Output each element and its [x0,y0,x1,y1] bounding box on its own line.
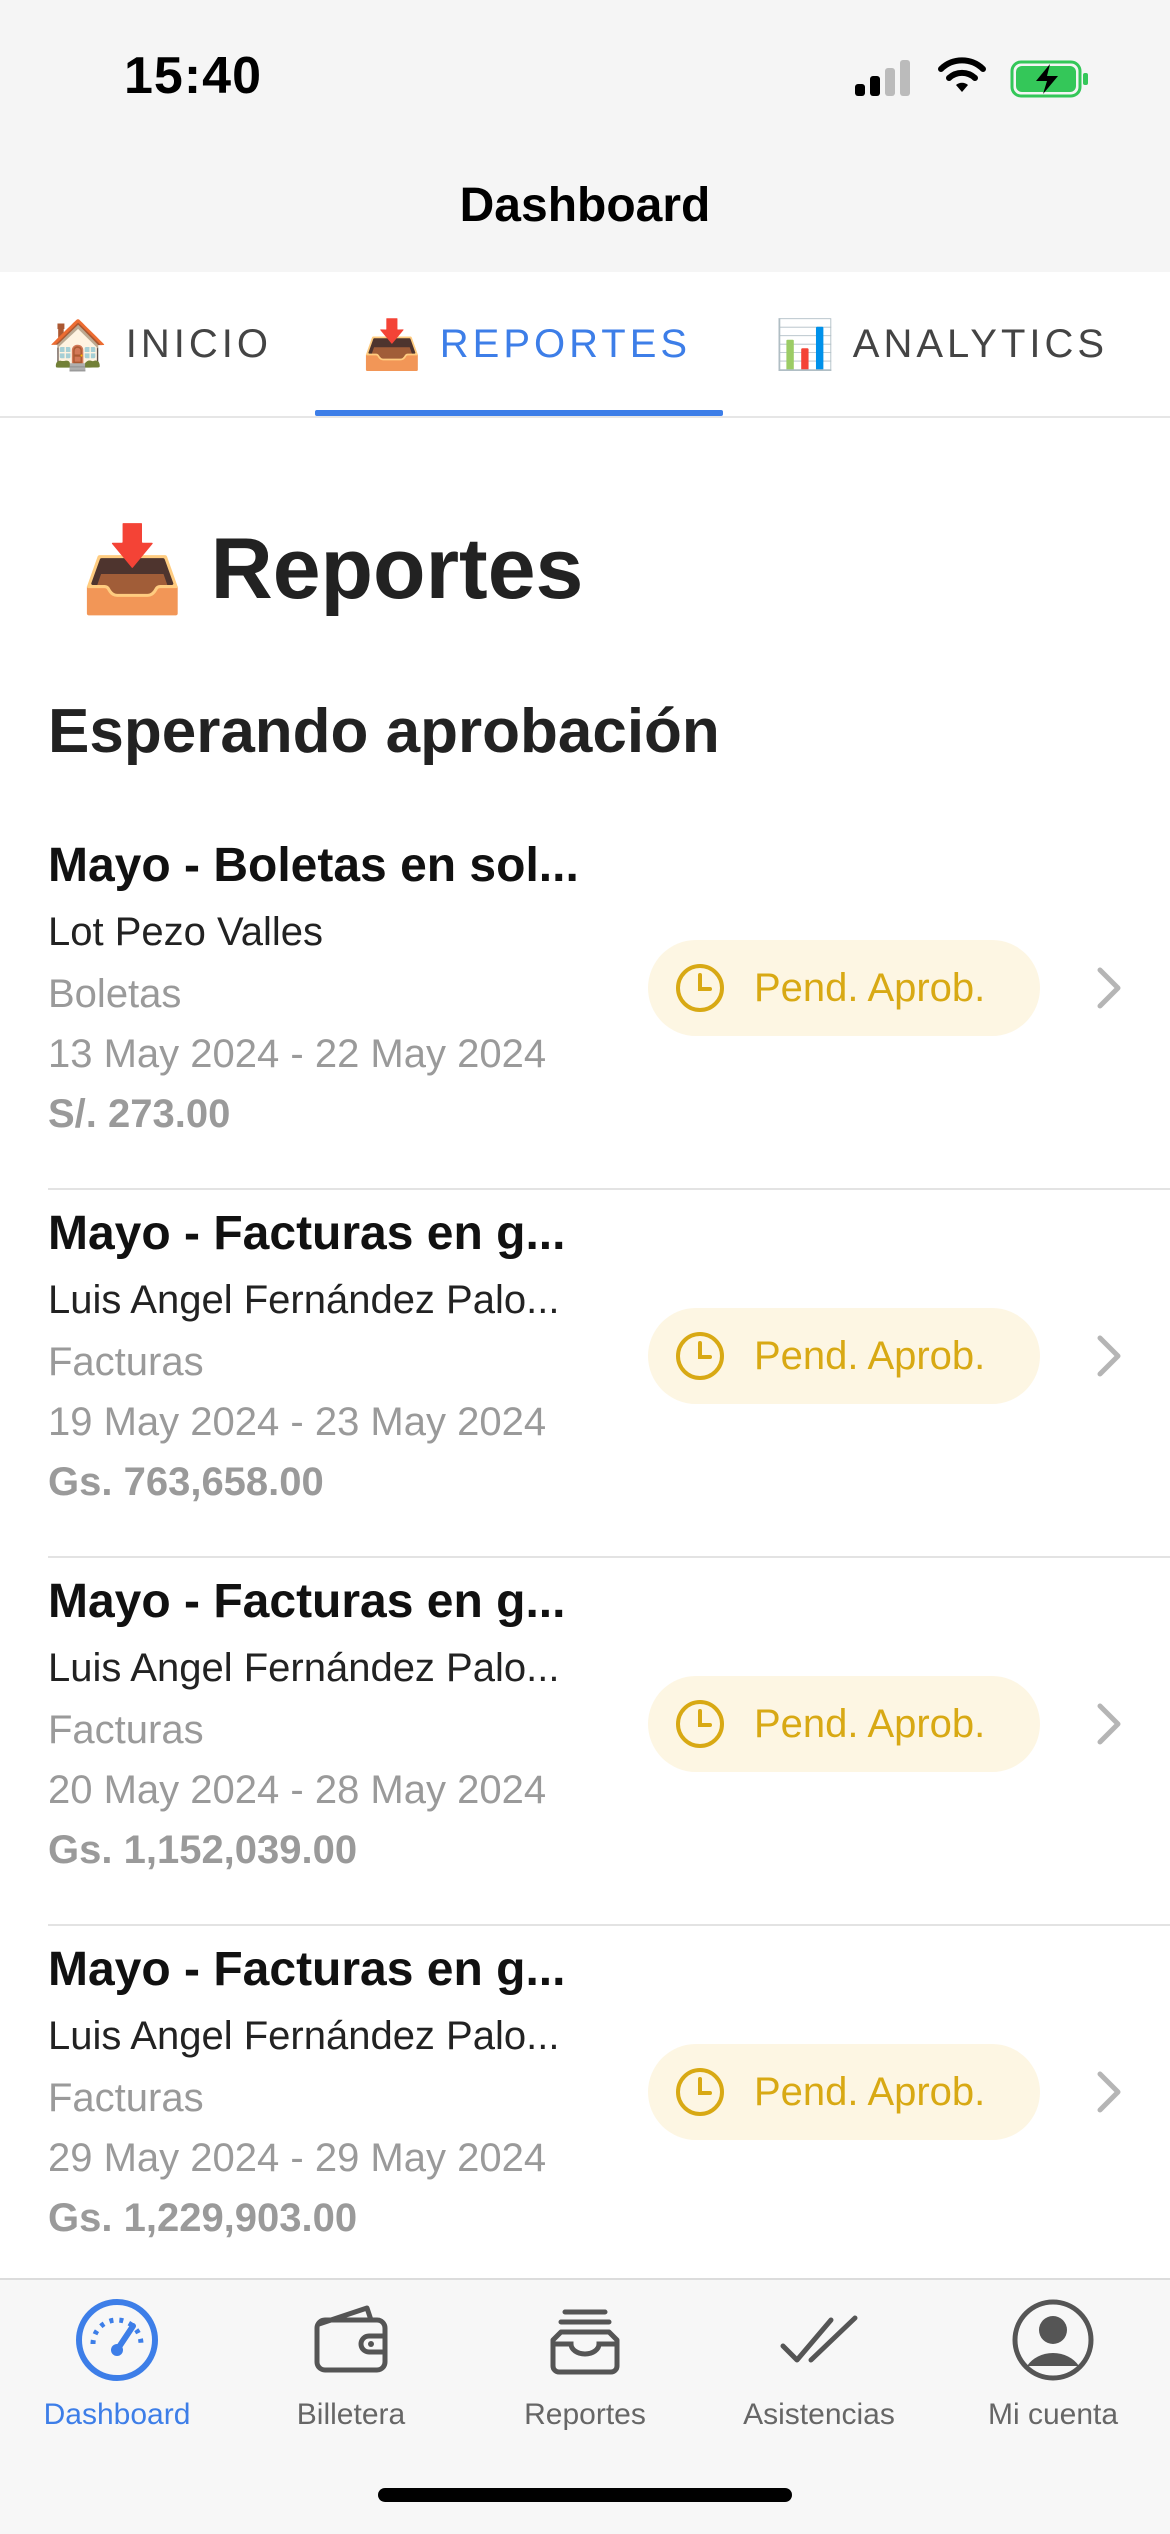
status-text: Pend. Aprob. [754,1701,986,1746]
tab-label: ANALYTICS [852,321,1109,366]
chevron-right-icon [1097,1703,1121,1745]
report-row[interactable]: Mayo - Facturas en g... Luis Angel Ferná… [48,1562,1170,1926]
page-title: Dashboard [459,179,711,232]
wifi-icon [938,57,986,92]
page-heading-title: Reportes [210,521,584,617]
tab-analytics[interactable]: 📊 ANALYTICS [775,272,1108,416]
report-title: Mayo - Facturas en g... [48,1207,566,1260]
house-icon: 🏠 [48,318,108,372]
report-row[interactable]: Mayo - Boletas en sol... Lot Pezo Valles… [48,826,1170,1190]
chevron-right-icon [1097,1335,1121,1377]
report-dates: 19 May 2024 - 23 May 2024 [48,1400,547,1444]
report-title: Mayo - Boletas en sol... [48,839,579,892]
status-badge: Pend. Aprob. [648,1308,1040,1404]
report-amount: S/. 273.00 [48,1092,231,1136]
tabbar-label: Asistencias [743,2398,895,2431]
report-user: Lot Pezo Valles [48,910,323,954]
status-text: Pend. Aprob. [754,1333,986,1378]
tabbar-label: Reportes [524,2398,646,2431]
report-type: Facturas [48,1708,204,1752]
report-dates: 20 May 2024 - 28 May 2024 [48,1768,547,1812]
home-indicator [378,2488,792,2502]
report-user: Luis Angel Fernández Palo... [48,2014,560,2058]
report-type: Boletas [48,972,182,1016]
account-icon [1012,2299,1094,2381]
report-title: Mayo - Facturas en g... [48,1943,566,1996]
tabbar-asistencias[interactable]: Asistencias [702,2294,936,2444]
tab-reportes[interactable]: 📥 REPORTES [362,272,691,416]
active-tab-indicator [315,410,723,416]
report-type: Facturas [48,2076,204,2120]
status-badge: Pend. Aprob. [648,1676,1040,1772]
speedometer-icon [76,2299,158,2381]
tab-label: REPORTES [439,321,692,366]
battery-charging-icon [1010,60,1088,98]
chevron-right-icon [1097,2071,1121,2113]
tab-inicio[interactable]: 🏠 INICIO [48,272,272,416]
inbox-tray-icon: 📥 [80,522,185,616]
report-type: Facturas [48,1340,204,1384]
status-bar: 15:40 [0,0,1170,150]
status-badge: Pend. Aprob. [648,2044,1040,2140]
report-user: Luis Angel Fernández Palo... [48,1278,560,1322]
report-row[interactable]: Mayo - Facturas en g... Luis Angel Ferná… [48,1930,1170,2294]
report-dates: 29 May 2024 - 29 May 2024 [48,2136,547,2180]
page-heading: 📥 Reportes [80,520,583,619]
tabbar-billetera[interactable]: Billetera [234,2294,468,2444]
status-text: Pend. Aprob. [754,2069,986,2114]
status-badge: Pend. Aprob. [648,940,1040,1036]
report-row[interactable]: Mayo - Facturas en g... Luis Angel Ferná… [48,1194,1170,1558]
tab-label: INICIO [125,321,272,366]
report-list: Mayo - Boletas en sol... Lot Pezo Valles… [48,826,1170,2298]
report-amount: Gs. 1,152,039.00 [48,1828,358,1872]
tabbar-dashboard[interactable]: Dashboard [0,2294,234,2444]
double-check-icon [780,2315,858,2363]
clock-icon [676,2068,724,2116]
inbox-tray-icon: 📥 [362,318,422,372]
clock-icon [676,1332,724,1380]
status-time: 15:40 [124,47,262,105]
tabbar-label: Mi cuenta [987,2398,1119,2431]
report-amount: Gs. 763,658.00 [48,1460,324,1504]
report-user: Luis Angel Fernández Palo... [48,1646,560,1690]
tabbar-mi-cuenta[interactable]: Mi cuenta [936,2294,1170,2444]
top-tabs: 🏠 INICIO 📥 REPORTES 📊 ANALYTICS [0,272,1170,418]
tabbar-label: Billetera [296,2398,406,2431]
signal-icon [855,60,915,96]
wallet-icon [314,2305,388,2373]
report-amount: Gs. 1,229,903.00 [48,2196,358,2240]
tabbar-label: Dashboard [43,2398,191,2431]
chevron-right-icon [1097,967,1121,1009]
report-dates: 13 May 2024 - 22 May 2024 [48,1032,547,1076]
tray-icon [550,2309,620,2375]
navigation-bar: Dashboard [0,150,1170,274]
tabbar-reportes[interactable]: Reportes [468,2294,702,2444]
bar-chart-icon: 📊 [775,318,835,372]
status-text: Pend. Aprob. [754,965,986,1010]
section-title: Esperando aprobación [48,697,720,766]
clock-icon [676,964,724,1012]
clock-icon [676,1700,724,1748]
report-title: Mayo - Facturas en g... [48,1575,566,1628]
